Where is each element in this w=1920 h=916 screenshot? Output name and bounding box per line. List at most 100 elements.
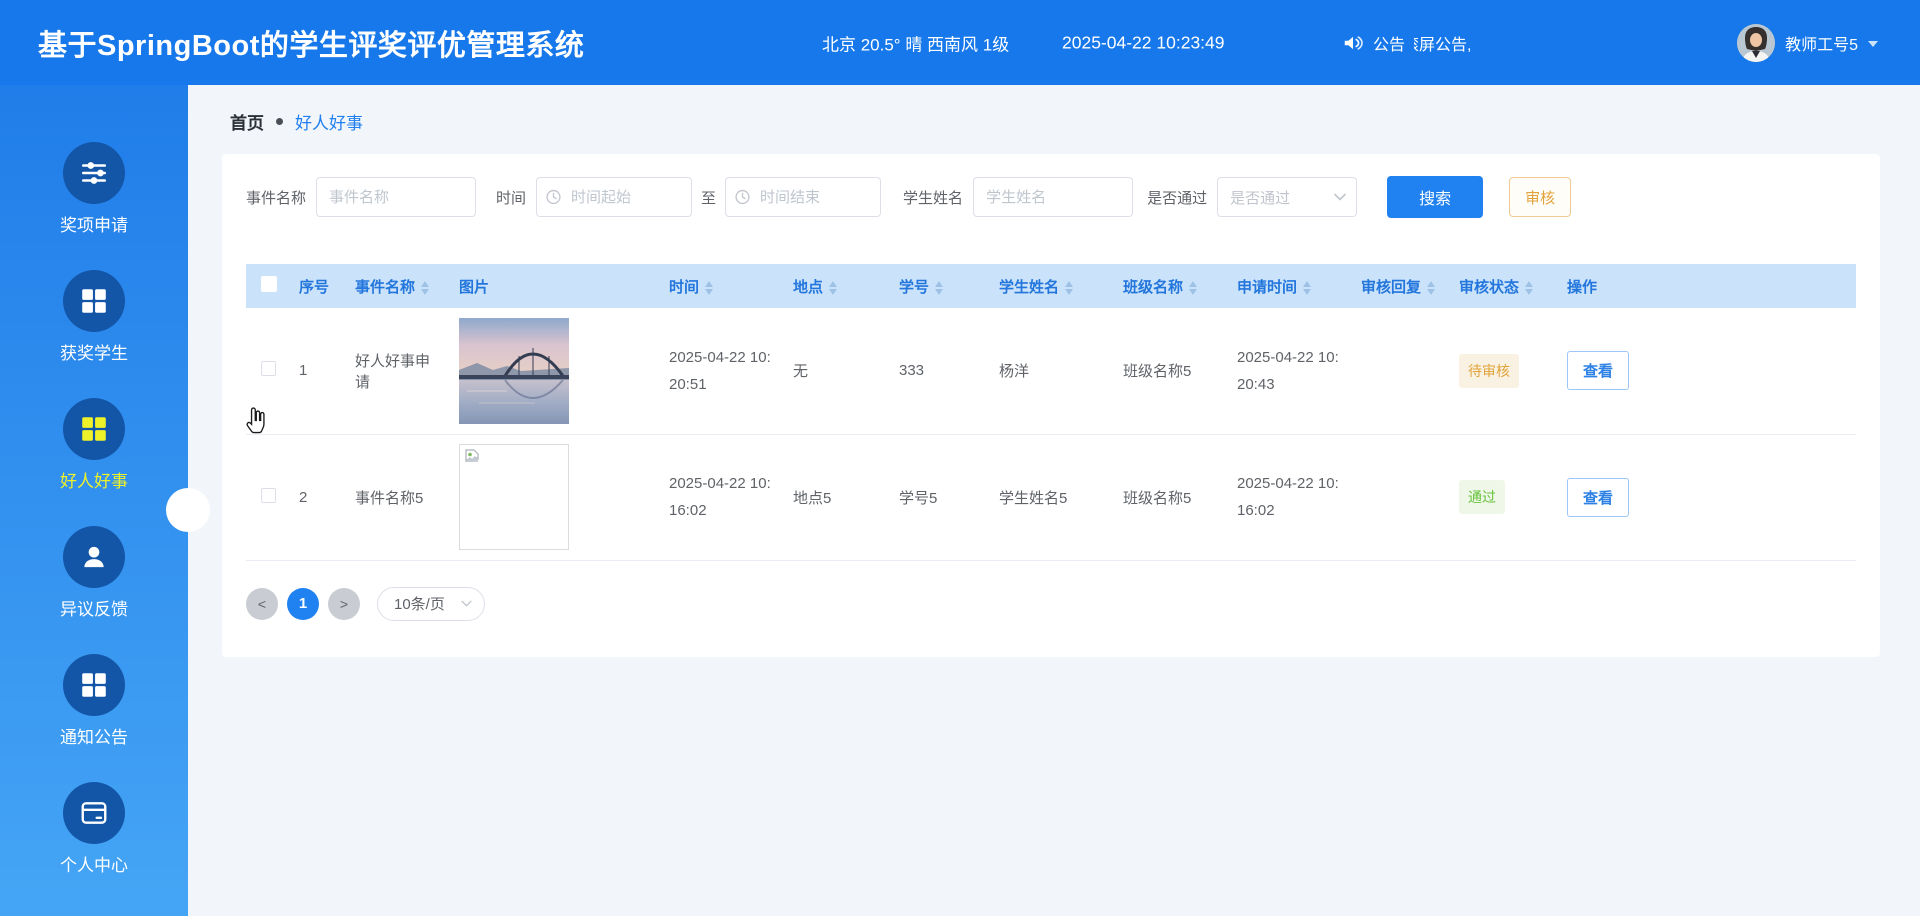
- datetime-display: 2025-04-22 10:23:49: [1062, 32, 1225, 52]
- main-content: 首页 好人好事 事件名称 时间 至: [188, 85, 1920, 916]
- cell-class-name: 班级名称5: [1115, 308, 1229, 435]
- sort-icon[interactable]: [1065, 280, 1074, 295]
- cell-place: 地点5: [785, 434, 891, 561]
- status-badge: 待审核: [1459, 353, 1519, 388]
- cell-class-name: 班级名称5: [1115, 434, 1229, 561]
- chevron-down-icon: [461, 600, 472, 607]
- app-header: 基于SpringBoot的学生评奖评优管理系统 北京 20.5° 晴 西南风 1…: [0, 0, 1920, 85]
- cell-actions: 查看: [1559, 434, 1856, 561]
- sort-icon[interactable]: [1525, 280, 1534, 295]
- audit-button[interactable]: 审核: [1509, 177, 1572, 217]
- page-size-select[interactable]: 10条/页: [377, 586, 485, 621]
- row-checkbox[interactable]: [261, 487, 276, 503]
- sort-icon[interactable]: [421, 280, 430, 295]
- sort-icon[interactable]: [1303, 280, 1312, 295]
- sidebar-item-awarded-students[interactable]: 获奖学生: [0, 270, 188, 364]
- row-checkbox[interactable]: [261, 361, 276, 377]
- col-event-name[interactable]: 事件名称: [347, 264, 451, 308]
- event-photo[interactable]: [459, 317, 569, 424]
- chevron-down-icon: [1868, 40, 1878, 47]
- cell-audit-status: 待审核: [1451, 308, 1559, 435]
- sidebar-item-label: 好人好事: [60, 472, 128, 491]
- sort-icon[interactable]: [1427, 280, 1436, 295]
- col-index: 序号: [291, 264, 347, 308]
- good-deeds-table: 序号 事件名称 图片 时间 地点 学号 学生姓名 班级名称 申请时间 审核回复 …: [246, 264, 1856, 561]
- avatar[interactable]: [1737, 23, 1776, 62]
- col-time[interactable]: 时间: [661, 264, 785, 308]
- cell-time: 2025-04-22 10:16:02: [661, 434, 785, 561]
- cell-image: [451, 434, 661, 561]
- chevron-down-icon: [1334, 193, 1346, 201]
- sidebar-item-notices[interactable]: 通知公告: [0, 654, 188, 748]
- time-label: 时间: [496, 189, 527, 207]
- grid-icon: [63, 270, 125, 332]
- cell-apply-time: 2025-04-22 10:20:43: [1229, 308, 1353, 435]
- event-name-input[interactable]: [316, 177, 477, 217]
- table-body: 1 好人好事申请 2025-04-22 10:20:51 无 333 杨洋 班级…: [246, 308, 1856, 561]
- cell-audit-reply: [1353, 434, 1451, 561]
- prev-page-button[interactable]: <: [246, 587, 278, 620]
- to-label: 至: [701, 189, 717, 207]
- pass-select[interactable]: 是否通过: [1217, 177, 1358, 217]
- sidebar-item-award-apply[interactable]: 奖项申请: [0, 142, 188, 236]
- col-apply-time[interactable]: 申请时间: [1229, 264, 1353, 308]
- user-menu[interactable]: 教师工号5: [1737, 23, 1878, 62]
- filter-bar: 事件名称 时间 至 学生姓名 是否通过 是: [246, 176, 1856, 218]
- next-page-button[interactable]: >: [328, 587, 360, 620]
- weather-info: 北京 20.5° 晴 西南风 1级: [822, 35, 1010, 54]
- page-1-button[interactable]: 1: [287, 587, 319, 620]
- user-icon: [63, 526, 125, 588]
- student-name-label: 学生姓名: [903, 189, 964, 207]
- sidebar-item-label: 个人中心: [60, 856, 128, 875]
- content-panel: 事件名称 时间 至 学生姓名 是否通过 是: [222, 154, 1880, 657]
- sidebar-item-good-deeds[interactable]: 好人好事: [0, 398, 188, 492]
- col-audit-status[interactable]: 审核状态: [1451, 264, 1559, 308]
- cell-audit-status: 通过: [1451, 434, 1559, 561]
- cell-index: 2: [291, 434, 347, 561]
- cell-place: 无: [785, 308, 891, 435]
- sort-icon[interactable]: [705, 280, 714, 295]
- sidebar-item-dispute-feedback[interactable]: 异议反馈: [0, 526, 188, 620]
- breadcrumb-home[interactable]: 首页: [230, 109, 264, 134]
- pagination: < 1 > 10条/页: [246, 586, 1856, 621]
- col-audit-reply[interactable]: 审核回复: [1353, 264, 1451, 308]
- grid-icon: [63, 654, 125, 716]
- sidebar-item-label: 获奖学生: [60, 344, 128, 363]
- card-icon: [63, 782, 125, 844]
- sidebar-item-label: 奖项申请: [60, 216, 128, 235]
- event-name-label: 事件名称: [246, 189, 307, 207]
- breadcrumb: 首页 好人好事: [188, 85, 1920, 134]
- col-place[interactable]: 地点: [785, 264, 891, 308]
- col-student-id[interactable]: 学号: [891, 264, 991, 308]
- sort-icon[interactable]: [1189, 280, 1198, 295]
- sort-icon[interactable]: [829, 280, 838, 295]
- speaker-icon: [1344, 35, 1363, 50]
- clock-icon: [735, 189, 750, 205]
- table-row: 1 好人好事申请 2025-04-22 10:20:51 无 333 杨洋 班级…: [246, 308, 1856, 435]
- cell-time: 2025-04-22 10:20:51: [661, 308, 785, 435]
- breadcrumb-current[interactable]: 好人好事: [295, 109, 363, 134]
- status-badge: 通过: [1459, 480, 1505, 514]
- sliders-icon: [63, 142, 125, 204]
- clock-icon: [546, 189, 561, 205]
- broken-image[interactable]: [459, 444, 569, 550]
- cell-index: 1: [291, 308, 347, 435]
- pass-label: 是否通过: [1147, 189, 1208, 207]
- cell-student-name: 杨洋: [991, 308, 1115, 435]
- sidebar-item-personal-center[interactable]: 个人中心: [0, 782, 188, 876]
- sort-icon[interactable]: [935, 280, 944, 295]
- cell-actions: 查看: [1559, 308, 1856, 435]
- sidebar: 奖项申请 获奖学生 好人好事 异议反馈 通知公告 个人中心: [0, 85, 210, 916]
- view-button[interactable]: 查看: [1567, 351, 1630, 391]
- table-header-row: 序号 事件名称 图片 时间 地点 学号 学生姓名 班级名称 申请时间 审核回复 …: [246, 264, 1856, 308]
- select-all-checkbox[interactable]: [260, 276, 277, 292]
- cell-student-id: 学号5: [891, 434, 991, 561]
- student-name-input[interactable]: [973, 177, 1134, 217]
- col-class-name[interactable]: 班级名称: [1115, 264, 1229, 308]
- view-button[interactable]: 查看: [1567, 477, 1630, 517]
- col-actions: 操作: [1559, 264, 1856, 308]
- col-student-name[interactable]: 学生姓名: [991, 264, 1115, 308]
- sidebar-item-label: 通知公告: [60, 728, 128, 747]
- search-button[interactable]: 搜索: [1387, 176, 1484, 218]
- grid-icon: [63, 398, 125, 460]
